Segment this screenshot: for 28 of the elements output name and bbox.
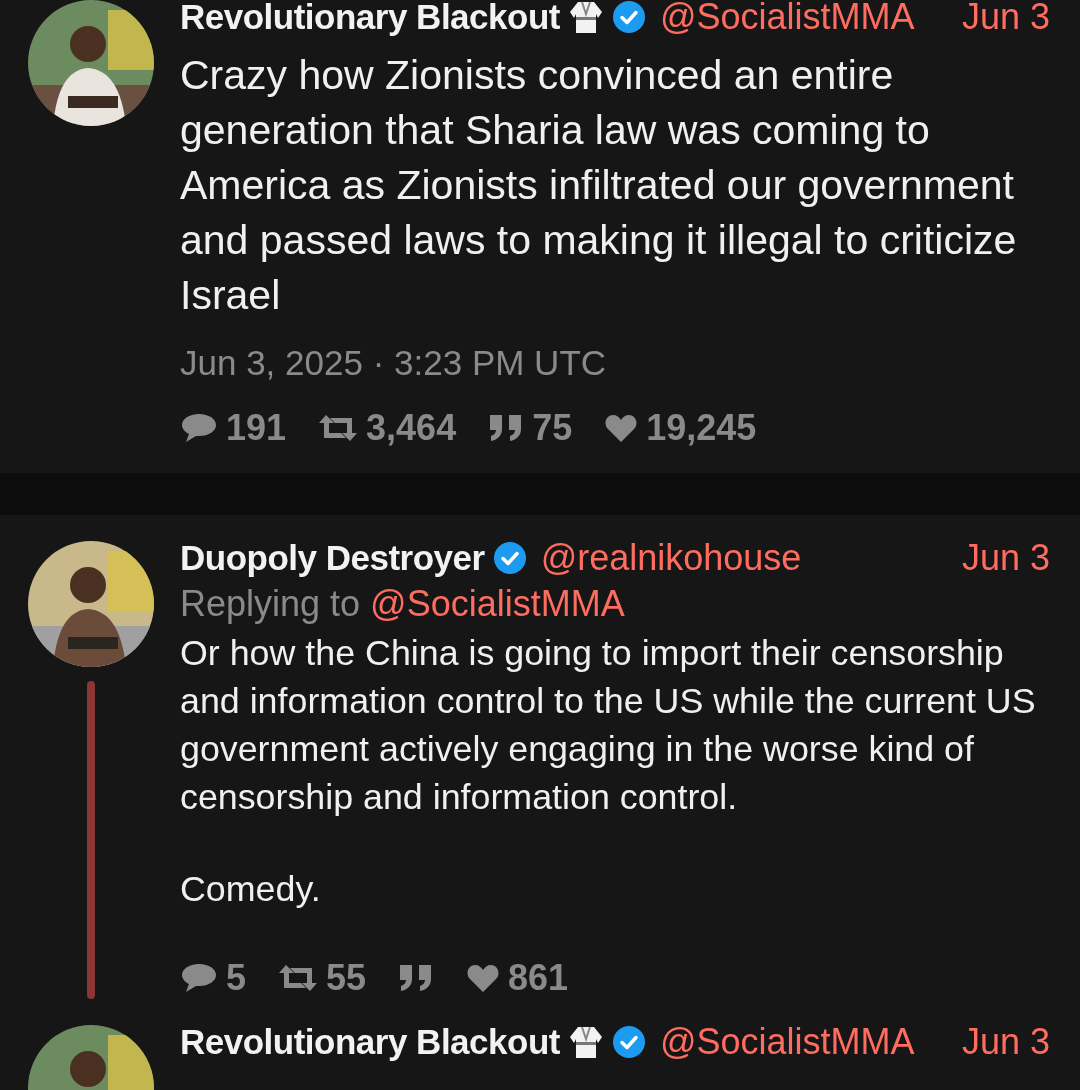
tweet-date[interactable]: Jun 3 [961,1021,1050,1063]
stat-count: 191 [226,407,287,449]
comment-icon[interactable] [180,962,218,994]
mention-link[interactable]: @SocialistMMA [370,583,625,625]
replying-label: Replying to [180,583,361,625]
stat-count: 3,464 [366,407,457,449]
author-name[interactable]: Revolutionary Blackout [180,0,560,37]
tweet-text: Or how the China is going to import their censorship and information control to the US while the current US government actively engaging in the worse kind of censorship and information control. [180,632,1037,819]
retweet-icon[interactable] [318,413,359,443]
author-handle[interactable]: @realnikohouse [540,537,802,579]
stat-count: 19,245 [646,407,757,449]
stat-count: 5 [226,957,247,999]
tweet-date[interactable]: Jun 3 [961,537,1050,579]
stat-count: 861 [508,957,569,999]
heart-icon[interactable] [604,413,639,443]
tweet-text: Crazy how Zionists convinced an entire generation that Sharia law was coming to America as Zionists infiltrated our government and passed laws to making it illegal to criticize Israel [180,51,1018,320]
stat-count: 55 [326,957,367,999]
author-name[interactable]: Revolutionary Blackout [180,1022,560,1062]
author-handle[interactable]: @SocialistMMA [659,1021,915,1063]
tweet-text: Comedy. [180,868,322,911]
heart-icon[interactable] [466,963,501,993]
retweet-icon[interactable] [278,963,319,993]
author-name[interactable]: Duopoly Destroyer [180,538,485,578]
tweet-date[interactable]: Jun 3 [961,0,1050,38]
author-handle[interactable]: @SocialistMMA [659,0,915,38]
comment-icon[interactable] [180,412,218,444]
publish-date: Jun 3, 2025 · 3:23 PM UTC [180,343,608,383]
stat-count: 75 [532,407,573,449]
